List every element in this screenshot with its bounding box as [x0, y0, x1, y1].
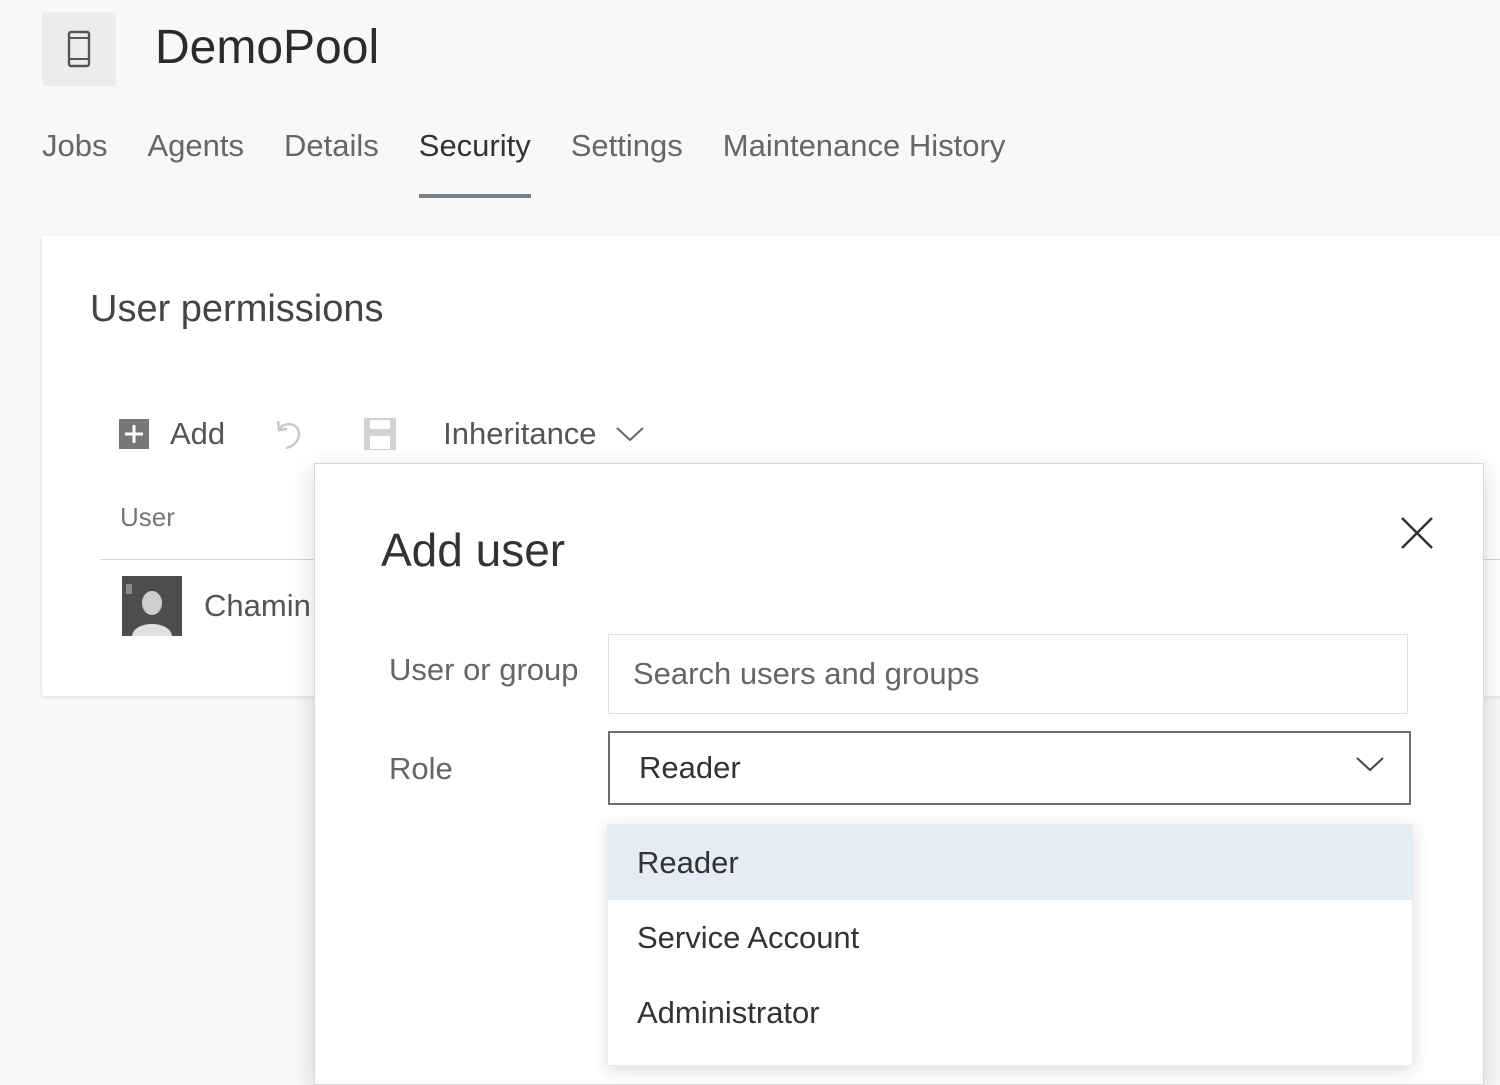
close-button[interactable]	[1398, 514, 1436, 552]
pool-icon	[42, 12, 116, 86]
undo-button[interactable]	[273, 417, 305, 451]
dialog-title: Add user	[381, 524, 566, 576]
tab-agents[interactable]: Agents	[147, 124, 244, 200]
avatar-image	[122, 576, 182, 636]
add-button-label: Add	[170, 416, 226, 451]
chevron-down-icon	[1356, 757, 1384, 772]
save-button[interactable]	[363, 417, 397, 451]
avatar	[122, 576, 182, 636]
plus-square-icon	[119, 419, 149, 449]
tab-details[interactable]: Details	[284, 124, 379, 200]
tab-maintenance-history[interactable]: Maintenance History	[723, 124, 1006, 200]
tab-jobs[interactable]: Jobs	[42, 124, 107, 200]
page-title: DemoPool	[155, 21, 380, 74]
permissions-title: User permissions	[90, 288, 384, 330]
mobile-device-icon	[67, 30, 91, 68]
user-name: Chamin	[204, 588, 311, 623]
tab-security[interactable]: Security	[418, 124, 531, 200]
add-user-dialog: Add user User or group Role Reader Reade…	[314, 463, 1484, 1085]
save-icon	[364, 418, 397, 450]
add-button[interactable]: Add	[118, 416, 225, 452]
user-row[interactable]: Chamin	[122, 576, 311, 636]
undo-icon	[276, 420, 301, 450]
inheritance-label: Inheritance	[443, 416, 597, 451]
role-dropdown-list: Reader Service Account Administrator	[607, 824, 1413, 1066]
search-input[interactable]	[608, 634, 1408, 714]
role-option-reader[interactable]: Reader	[608, 825, 1412, 900]
tab-settings[interactable]: Settings	[571, 124, 683, 200]
role-label: Role	[389, 751, 453, 786]
role-select[interactable]: Reader	[608, 731, 1411, 805]
user-or-group-label: User or group	[389, 652, 579, 687]
tab-bar: Jobs Agents Details Security Settings Ma…	[42, 124, 1045, 200]
column-header-user: User	[120, 502, 175, 532]
chevron-down-icon	[615, 427, 644, 442]
role-select-value: Reader	[639, 750, 741, 785]
role-option-service-account[interactable]: Service Account	[608, 900, 1412, 975]
role-option-administrator[interactable]: Administrator	[608, 975, 1412, 1050]
permissions-toolbar: Add Inheritance	[118, 412, 645, 456]
close-icon	[1401, 517, 1433, 549]
inheritance-dropdown[interactable]: Inheritance	[443, 416, 644, 452]
